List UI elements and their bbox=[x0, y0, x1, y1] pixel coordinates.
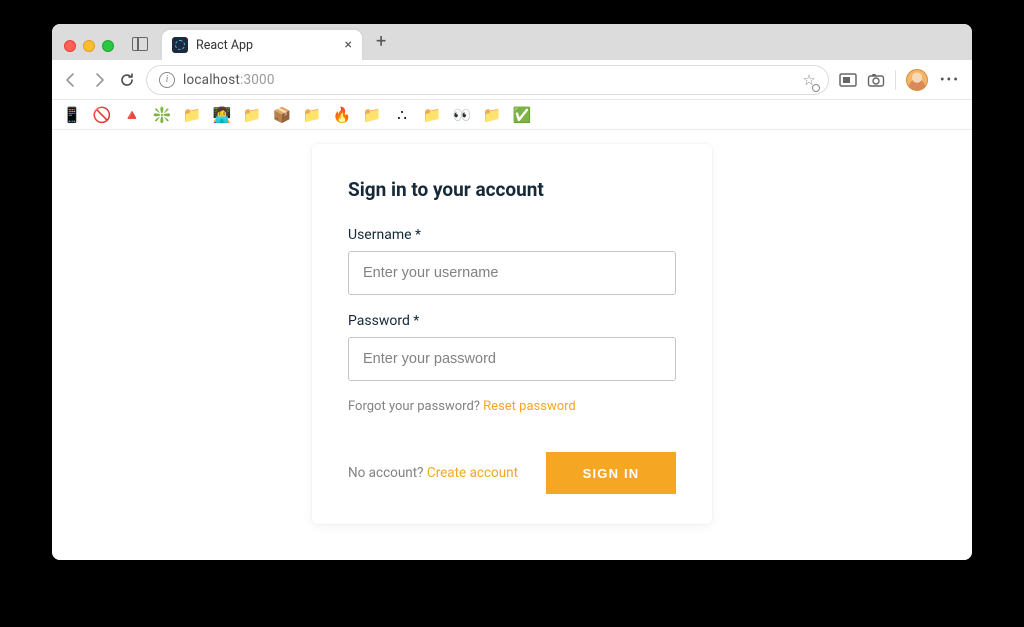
bookmark-star-icon[interactable]: ☆ bbox=[802, 71, 815, 89]
username-field-group: Username * bbox=[348, 227, 676, 295]
tab-strip: React App × + bbox=[52, 24, 972, 60]
close-window-button[interactable] bbox=[64, 40, 76, 52]
close-tab-button[interactable]: × bbox=[345, 37, 352, 53]
address-host: localhost bbox=[183, 72, 240, 88]
site-info-icon[interactable]: i bbox=[159, 72, 175, 88]
reload-button[interactable] bbox=[118, 71, 136, 89]
reset-password-link[interactable]: Reset password bbox=[483, 399, 576, 414]
create-account-link[interactable]: Create account bbox=[427, 465, 518, 481]
bookmark-item[interactable]: 🔥 bbox=[332, 106, 352, 124]
bookmark-item[interactable]: 📁 bbox=[182, 106, 202, 124]
bookmark-item[interactable]: 📦 bbox=[272, 106, 292, 124]
forward-button[interactable] bbox=[90, 71, 108, 89]
forgot-password-text: Forgot your password? bbox=[348, 399, 483, 414]
tab-title: React App bbox=[196, 38, 337, 53]
window-controls bbox=[60, 40, 118, 60]
password-label: Password * bbox=[348, 313, 676, 329]
bookmark-item[interactable]: ∴ bbox=[392, 106, 412, 124]
bookmark-item[interactable]: 🔺 bbox=[122, 106, 142, 124]
username-label: Username * bbox=[348, 227, 676, 243]
bookmark-item[interactable]: 📁 bbox=[362, 106, 382, 124]
forgot-password-row: Forgot your password? Reset password bbox=[348, 399, 676, 414]
signin-card: Sign in to your account Username * Passw… bbox=[312, 144, 712, 524]
signin-heading: Sign in to your account bbox=[348, 178, 676, 201]
bookmark-item[interactable]: ✅ bbox=[512, 106, 532, 124]
zoom-window-button[interactable] bbox=[102, 40, 114, 52]
bookmark-item[interactable]: 📁 bbox=[422, 106, 442, 124]
browser-toolbar: i localhost:3000 ☆ ••• bbox=[52, 60, 972, 100]
bookmark-item[interactable]: 📁 bbox=[482, 106, 502, 124]
password-input[interactable] bbox=[348, 337, 676, 381]
no-account-text: No account? bbox=[348, 465, 427, 481]
bookmarks-bar: 📱 🚫 🔺 ❇️ 📁 👩‍💻 📁 📦 📁 🔥 📁 ∴ 📁 👀 📁 ✅ bbox=[52, 100, 972, 130]
address-port: :3000 bbox=[240, 72, 275, 88]
sidebar-toggle-icon[interactable] bbox=[132, 37, 148, 51]
bookmark-item[interactable]: 📱 bbox=[62, 106, 82, 124]
browser-window: React App × + i localhost:3000 ☆ bbox=[52, 24, 972, 560]
bookmark-item[interactable]: 👩‍💻 bbox=[212, 106, 232, 124]
camera-icon[interactable] bbox=[867, 71, 885, 89]
password-field-group: Password * bbox=[348, 313, 676, 381]
star-gear-icon bbox=[812, 84, 820, 92]
minimize-window-button[interactable] bbox=[83, 40, 95, 52]
reader-view-icon[interactable] bbox=[839, 71, 857, 89]
username-input[interactable] bbox=[348, 251, 676, 295]
bookmark-item[interactable]: 📁 bbox=[242, 106, 262, 124]
new-tab-button[interactable]: + bbox=[370, 31, 392, 60]
browser-tab[interactable]: React App × bbox=[162, 30, 362, 60]
toolbar-separator bbox=[895, 70, 896, 90]
address-bar[interactable]: i localhost:3000 ☆ bbox=[146, 65, 829, 95]
signin-button[interactable]: SIGN IN bbox=[546, 452, 676, 494]
bookmark-item[interactable]: 🚫 bbox=[92, 106, 112, 124]
profile-avatar[interactable] bbox=[906, 69, 928, 91]
react-favicon-icon bbox=[172, 37, 188, 53]
back-button[interactable] bbox=[62, 71, 80, 89]
overflow-menu-button[interactable]: ••• bbox=[938, 72, 962, 88]
bookmark-item[interactable]: 📁 bbox=[302, 106, 322, 124]
no-account-row: No account? Create account bbox=[348, 465, 518, 481]
bookmark-item[interactable]: ❇️ bbox=[152, 106, 172, 124]
page-viewport: Sign in to your account Username * Passw… bbox=[52, 130, 972, 560]
address-text: localhost:3000 bbox=[183, 72, 794, 88]
signin-footer: No account? Create account SIGN IN bbox=[348, 452, 676, 494]
bookmark-item[interactable]: 👀 bbox=[452, 106, 472, 124]
